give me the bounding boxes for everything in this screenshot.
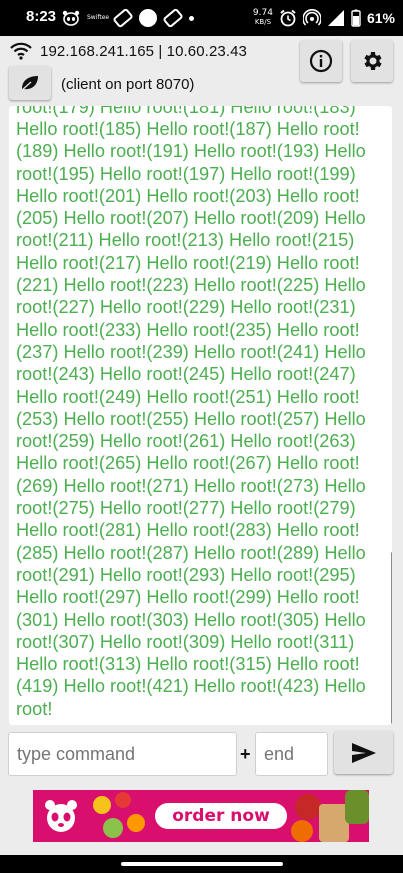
ip-addresses: 192.168.241.165 | 10.60.23.43 (40, 42, 247, 60)
fruit-image-3 (103, 818, 123, 838)
settings-button[interactable] (351, 40, 393, 82)
hotspot-icon (302, 9, 321, 26)
fruit-image-2 (115, 792, 131, 808)
panda-logo (33, 790, 89, 842)
gear-icon (364, 52, 382, 70)
panda-logo-icon (45, 800, 77, 832)
client-status: (client on port 8070) (61, 76, 195, 93)
dot-icon (189, 15, 194, 21)
send-button[interactable] (334, 731, 393, 774)
ad-banner[interactable]: order now (33, 790, 369, 842)
plus-separator: + (240, 744, 251, 764)
swiftee-icon: Swiftee (87, 14, 110, 21)
fruit-image-4 (127, 814, 145, 832)
send-icon (351, 742, 376, 763)
network-speed-value: 9.74 (252, 8, 273, 18)
signal-icon (327, 10, 344, 26)
ticket-icon (112, 7, 134, 29)
leaf-icon (20, 76, 38, 92)
command-input[interactable] (8, 732, 237, 776)
leaf-button[interactable] (9, 66, 51, 100)
end-input[interactable] (255, 732, 328, 776)
status-time: 8:23 (26, 8, 57, 25)
grocery-image (295, 794, 321, 820)
output-console[interactable]: root!(179) Hello root!(181) Hello root!(… (9, 106, 392, 725)
order-now-button[interactable]: order now (155, 803, 287, 829)
circle-icon (139, 9, 157, 27)
ticket-icon-2 (162, 7, 184, 29)
fruit-image (93, 796, 111, 814)
battery-percent: 61% (366, 10, 395, 26)
system-icons: 9.74 KB/S 61% (253, 6, 395, 30)
notification-icons: Swiftee (62, 7, 194, 29)
wifi-icon (10, 42, 32, 60)
network-speed-unit: KB/S (254, 18, 272, 26)
panda-icon (62, 10, 80, 26)
battery-icon (351, 9, 361, 27)
grocery-image-3 (345, 790, 369, 824)
grocery-image-4 (291, 820, 313, 842)
status-bar: 8:23 Swiftee 9.74 KB/S 61% (0, 0, 403, 36)
output-scrollbar[interactable] (391, 552, 392, 725)
info-button[interactable] (300, 40, 342, 82)
alarm-icon (280, 9, 296, 27)
connection-info: 192.168.241.165 | 10.60.23.43 (10, 40, 247, 62)
network-speed: 9.74 KB/S (253, 9, 273, 27)
output-text: root!(179) Hello root!(181) Hello root!(… (16, 106, 366, 719)
home-gesture-handle[interactable] (121, 862, 283, 866)
info-icon (309, 49, 333, 73)
navigation-bar (0, 855, 403, 873)
